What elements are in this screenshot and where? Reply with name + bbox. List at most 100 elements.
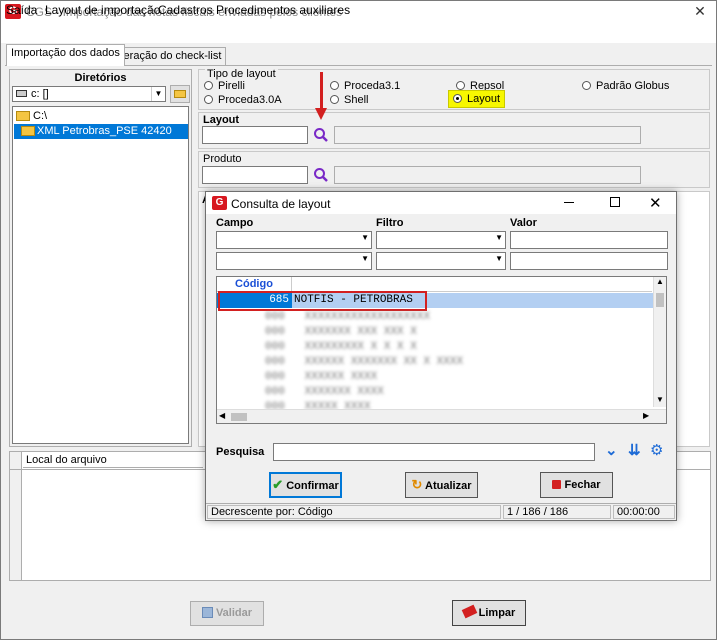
lock-icon xyxy=(552,480,562,489)
fechar-button[interactable]: Fechar xyxy=(540,472,613,498)
column-header-local-do-arquivo[interactable]: Local do arquivo xyxy=(23,454,203,468)
close-window-button[interactable]: ✕ xyxy=(688,2,712,20)
menu-saida[interactable]: Saída xyxy=(6,3,37,17)
table-row[interactable]: 000 XXXXXXXXXXXXXXXXXXX xyxy=(217,310,653,325)
close-dialog-icon[interactable]: ✕ xyxy=(649,194,662,212)
annotation-arrow xyxy=(320,72,323,112)
dialog-title: Consulta de layout xyxy=(231,197,331,211)
vertical-scrollbar[interactable]: ▲ ▼ xyxy=(653,277,666,407)
drive-select[interactable]: c: [] ▼ xyxy=(12,86,166,102)
table-row[interactable]: 000 XXXXXXX XXX XXX X xyxy=(217,325,653,340)
folder-open-icon xyxy=(21,126,35,136)
open-folder-button[interactable] xyxy=(170,85,190,103)
layout-results-grid[interactable]: Código 685 NOTFIS - PETROBRAS 000 XXXXXX… xyxy=(216,276,667,424)
menu-layout-de-importacao[interactable]: Layout de importação xyxy=(45,3,160,17)
radio-proceda30a[interactable]: Proceda3.0A xyxy=(204,94,282,106)
valor-input-1[interactable] xyxy=(510,231,668,249)
scroll-thumb[interactable] xyxy=(231,413,247,421)
directories-title: Diretórios xyxy=(74,72,127,84)
column-header-codigo[interactable]: Código xyxy=(217,277,292,292)
radio-icon xyxy=(204,95,213,104)
pesquisa-input[interactable] xyxy=(273,443,595,461)
chevron-down-icon[interactable]: ▼ xyxy=(151,87,165,101)
row-indicator-column xyxy=(10,452,22,580)
minimize-icon[interactable] xyxy=(564,202,574,203)
layout-code-input[interactable] xyxy=(202,126,308,144)
maximize-icon[interactable] xyxy=(610,197,620,207)
cell-codigo: 000 xyxy=(265,371,285,383)
campo-select-1[interactable]: ▼ xyxy=(216,231,372,249)
search-layout-icon[interactable] xyxy=(313,127,329,143)
scroll-right-icon[interactable]: ▶ xyxy=(643,411,649,420)
filtro-select-1[interactable]: ▼ xyxy=(376,231,506,249)
cell-descricao: XXXXXXXXXXXXXXXXXXX xyxy=(304,311,431,323)
tab-geracao-do-check-list[interactable]: Geração do check-list xyxy=(110,47,227,65)
campo-select-2[interactable]: ▼ xyxy=(216,252,372,270)
radio-label: Pirelli xyxy=(218,80,245,92)
radio-icon xyxy=(582,81,591,90)
radio-label: Proceda3.0A xyxy=(218,94,282,106)
radio-shell[interactable]: Shell xyxy=(330,94,368,106)
drive-value: c: [] xyxy=(31,88,49,100)
scroll-thumb[interactable] xyxy=(656,293,664,307)
radio-label: Proceda3.1 xyxy=(344,80,401,92)
cell-descricao: XXXXXX XXXXXXX XX X XXXX xyxy=(304,356,464,368)
horizontal-scrollbar[interactable]: ◀ ▶ xyxy=(217,409,666,423)
cell-codigo: 000 xyxy=(265,326,285,338)
radio-padrao-globus[interactable]: Padrão Globus xyxy=(582,80,669,92)
column-header-descricao[interactable] xyxy=(292,277,652,292)
annotation-arrow-head xyxy=(315,108,327,120)
table-row[interactable]: 000 XXXXXX XXXXXXX XX X XXXX xyxy=(217,355,653,370)
scroll-up-icon[interactable]: ▲ xyxy=(656,277,664,286)
produto-description-field xyxy=(334,166,641,184)
last-record-icon[interactable]: ⇊ xyxy=(628,443,641,458)
validar-label: Validar xyxy=(215,607,253,619)
tab-importacao-dos-dados[interactable]: Importação dos dados xyxy=(6,44,125,66)
radio-icon xyxy=(330,95,339,104)
menu-cadastros[interactable]: Cadastros xyxy=(158,3,213,17)
search-produto-icon[interactable] xyxy=(313,167,329,183)
filtro-select-2[interactable]: ▼ xyxy=(376,252,506,270)
chevron-down-icon: ▼ xyxy=(361,254,369,263)
table-row[interactable]: 000 XXXXXXXXX X X X X xyxy=(217,340,653,355)
pesquisa-label: Pesquisa xyxy=(216,446,265,458)
radio-icon xyxy=(453,94,462,103)
radio-icon xyxy=(330,81,339,90)
produto-code-input[interactable] xyxy=(202,166,308,184)
menu-procedimentos-auxiliares[interactable]: Procedimentos auxiliares xyxy=(216,3,350,17)
eraser-icon xyxy=(461,604,477,619)
double-chevron-down-icon[interactable]: ⌄ xyxy=(605,443,618,458)
scroll-left-icon[interactable]: ◀ xyxy=(219,411,225,420)
folder-icon xyxy=(16,111,30,121)
gear-icon[interactable]: ⚙ xyxy=(650,443,663,458)
radio-layout[interactable]: Layout xyxy=(448,90,506,108)
scroll-down-icon[interactable]: ▼ xyxy=(656,395,664,404)
atualizar-label: Atualizar xyxy=(425,480,472,492)
confirmar-button[interactable]: ✔ Confirmar xyxy=(269,472,342,498)
validar-button[interactable]: Validar xyxy=(190,601,264,626)
table-row[interactable]: 000 XXXXXXX XXXX xyxy=(217,385,653,400)
campo-label: Campo xyxy=(216,217,254,229)
layout-type-legend: Tipo de layout xyxy=(205,68,278,80)
menu-bar xyxy=(1,23,716,43)
chevron-down-icon: ▼ xyxy=(361,233,369,242)
status-time: 00:00:00 xyxy=(613,505,675,519)
directories-panel: Diretórios c: [] ▼ C:\ XML Petrobras_PSE… xyxy=(9,69,192,447)
radio-pirelli[interactable]: Pirelli xyxy=(204,80,245,92)
blurred-rows: 000 XXXXXXXXXXXXXXXXXXX 000 XXXXXXX XXX … xyxy=(217,310,653,415)
dialog-status-bar: Decrescente por: Código 1 / 186 / 186 00… xyxy=(206,503,676,520)
radio-label: Layout xyxy=(467,93,501,105)
cell-descricao: XXXXXXX XXXX xyxy=(304,386,384,398)
layout-label: Layout xyxy=(203,114,240,126)
tree-item-xml-petrobras[interactable]: XML Petrobras_PSE 42420 xyxy=(14,124,188,139)
table-row[interactable]: 000 XXXXXX XXXX xyxy=(217,370,653,385)
limpar-button[interactable]: Limpar xyxy=(452,600,526,626)
tree-item-root[interactable]: C:\ xyxy=(14,109,47,124)
atualizar-button[interactable]: ↻ Atualizar xyxy=(405,472,478,498)
valor-input-2[interactable] xyxy=(510,252,668,270)
tree-item-label: XML Petrobras_PSE 42420 xyxy=(37,125,172,137)
radio-proceda31[interactable]: Proceda3.1 xyxy=(330,80,400,92)
directory-tree[interactable]: C:\ XML Petrobras_PSE 42420 xyxy=(12,106,189,444)
consulta-de-layout-dialog: G Consulta de layout ✕ Campo Filtro Valo… xyxy=(205,191,677,521)
status-count: 1 / 186 / 186 xyxy=(503,505,611,519)
